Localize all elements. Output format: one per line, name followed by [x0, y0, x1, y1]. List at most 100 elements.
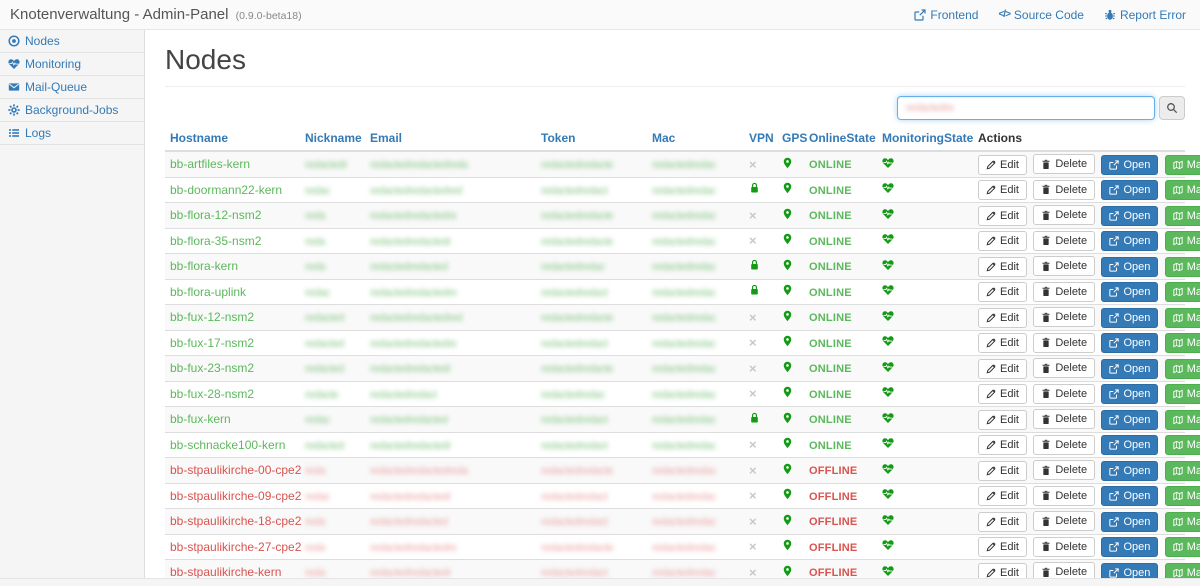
- open-button[interactable]: Open: [1101, 308, 1158, 328]
- map-button[interactable]: Map: [1165, 537, 1200, 557]
- nodes-table: Hostname Nickname Email Token Mac VPN GP…: [165, 128, 1185, 586]
- delete-button[interactable]: Delete: [1033, 256, 1095, 276]
- edit-button[interactable]: Edit: [978, 333, 1027, 353]
- edit-button[interactable]: Edit: [978, 410, 1027, 430]
- map-button[interactable]: Map: [1165, 410, 1200, 430]
- open-button[interactable]: Open: [1101, 359, 1158, 379]
- open-button[interactable]: Open: [1101, 231, 1158, 251]
- open-button[interactable]: Open: [1101, 257, 1158, 277]
- edit-button[interactable]: Edit: [978, 512, 1027, 532]
- map-button-label: Map: [1187, 285, 1200, 299]
- delete-button[interactable]: Delete: [1033, 205, 1095, 225]
- table-row: bb-stpaulikirche-09-cpe2 redac redactedr…: [165, 483, 1185, 509]
- delete-button[interactable]: Delete: [1033, 537, 1095, 557]
- delete-button[interactable]: Delete: [1033, 282, 1095, 302]
- search-button[interactable]: [1159, 96, 1185, 120]
- sidebar-item-mail-queue[interactable]: Mail-Queue: [0, 76, 144, 99]
- open-button[interactable]: Open: [1101, 486, 1158, 506]
- x-icon: ×: [749, 233, 757, 248]
- edit-button[interactable]: Edit: [978, 206, 1027, 226]
- edit-button[interactable]: Edit: [978, 231, 1027, 251]
- trash-icon: [1041, 465, 1051, 476]
- map-button[interactable]: Map: [1165, 512, 1200, 532]
- col-header-email[interactable]: Email: [365, 128, 536, 151]
- map-button[interactable]: Map: [1165, 155, 1200, 175]
- sidebar-item-logs[interactable]: Logs: [0, 122, 144, 145]
- open-button[interactable]: Open: [1101, 435, 1158, 455]
- open-button[interactable]: Open: [1101, 206, 1158, 226]
- edit-button-label: Edit: [1000, 183, 1019, 197]
- edit-button[interactable]: Edit: [978, 537, 1027, 557]
- edit-button[interactable]: Edit: [978, 180, 1027, 200]
- col-header-token[interactable]: Token: [536, 128, 647, 151]
- edit-button[interactable]: Edit: [978, 486, 1027, 506]
- col-header-vpn[interactable]: VPN: [744, 128, 777, 151]
- map-button[interactable]: Map: [1165, 257, 1200, 277]
- map-button[interactable]: Map: [1165, 461, 1200, 481]
- open-button[interactable]: Open: [1101, 461, 1158, 481]
- trash-icon: [1041, 337, 1051, 348]
- map-button[interactable]: Map: [1165, 231, 1200, 251]
- map-icon: [1173, 517, 1183, 527]
- map-button[interactable]: Map: [1165, 333, 1200, 353]
- col-header-mac[interactable]: Mac: [647, 128, 744, 151]
- edit-button[interactable]: Edit: [978, 461, 1027, 481]
- delete-button[interactable]: Delete: [1033, 486, 1095, 506]
- delete-button-label: Delete: [1055, 387, 1087, 401]
- col-header-nickname[interactable]: Nickname: [300, 128, 365, 151]
- open-button[interactable]: Open: [1101, 282, 1158, 302]
- map-button[interactable]: Map: [1165, 486, 1200, 506]
- frontend-link[interactable]: Frontend: [914, 8, 978, 22]
- col-header-hostname[interactable]: Hostname: [165, 128, 300, 151]
- map-button[interactable]: Map: [1165, 282, 1200, 302]
- sidebar-item-background-jobs[interactable]: Background-Jobs: [0, 99, 144, 122]
- map-button[interactable]: Map: [1165, 180, 1200, 200]
- open-button[interactable]: Open: [1101, 410, 1158, 430]
- delete-button[interactable]: Delete: [1033, 358, 1095, 378]
- sidebar-item-monitoring[interactable]: Monitoring: [0, 53, 144, 76]
- edit-button[interactable]: Edit: [978, 155, 1027, 175]
- source-code-link[interactable]: </> Source Code: [998, 8, 1084, 22]
- report-error-link[interactable]: Report Error: [1104, 8, 1186, 22]
- map-button[interactable]: Map: [1165, 359, 1200, 379]
- heartbeat-icon: [882, 488, 894, 500]
- edit-button[interactable]: Edit: [978, 359, 1027, 379]
- delete-button[interactable]: Delete: [1033, 180, 1095, 200]
- map-marker-icon: [782, 437, 793, 449]
- delete-button[interactable]: Delete: [1033, 154, 1095, 174]
- trash-icon: [1041, 388, 1051, 399]
- edit-button[interactable]: Edit: [978, 257, 1027, 277]
- open-button[interactable]: Open: [1101, 155, 1158, 175]
- edit-button[interactable]: Edit: [978, 384, 1027, 404]
- open-button[interactable]: Open: [1101, 512, 1158, 532]
- delete-button[interactable]: Delete: [1033, 435, 1095, 455]
- delete-button[interactable]: Delete: [1033, 333, 1095, 353]
- map-button[interactable]: Map: [1165, 308, 1200, 328]
- sidebar-item-nodes[interactable]: Nodes: [0, 30, 144, 53]
- map-button[interactable]: Map: [1165, 384, 1200, 404]
- delete-button[interactable]: Delete: [1033, 511, 1095, 531]
- trash-icon: [1041, 414, 1051, 425]
- delete-button[interactable]: Delete: [1033, 460, 1095, 480]
- edit-button[interactable]: Edit: [978, 435, 1027, 455]
- open-button[interactable]: Open: [1101, 537, 1158, 557]
- trash-icon: [1041, 312, 1051, 323]
- map-button-label: Map: [1187, 336, 1200, 350]
- col-header-gps[interactable]: GPS: [777, 128, 804, 151]
- col-header-onlinestate[interactable]: OnlineState: [804, 128, 877, 151]
- delete-button[interactable]: Delete: [1033, 384, 1095, 404]
- search-input[interactable]: redactedre: [897, 96, 1155, 120]
- open-button[interactable]: Open: [1101, 180, 1158, 200]
- delete-button[interactable]: Delete: [1033, 409, 1095, 429]
- external-link-icon: [1109, 211, 1119, 221]
- open-button[interactable]: Open: [1101, 384, 1158, 404]
- col-header-monitoringstate[interactable]: MonitoringState: [877, 128, 973, 151]
- table-row: bb-stpaulikirche-18-cpe2 reda redactedre…: [165, 509, 1185, 535]
- open-button[interactable]: Open: [1101, 333, 1158, 353]
- edit-button[interactable]: Edit: [978, 282, 1027, 302]
- map-button[interactable]: Map: [1165, 435, 1200, 455]
- edit-button[interactable]: Edit: [978, 308, 1027, 328]
- delete-button[interactable]: Delete: [1033, 231, 1095, 251]
- delete-button[interactable]: Delete: [1033, 307, 1095, 327]
- map-button[interactable]: Map: [1165, 206, 1200, 226]
